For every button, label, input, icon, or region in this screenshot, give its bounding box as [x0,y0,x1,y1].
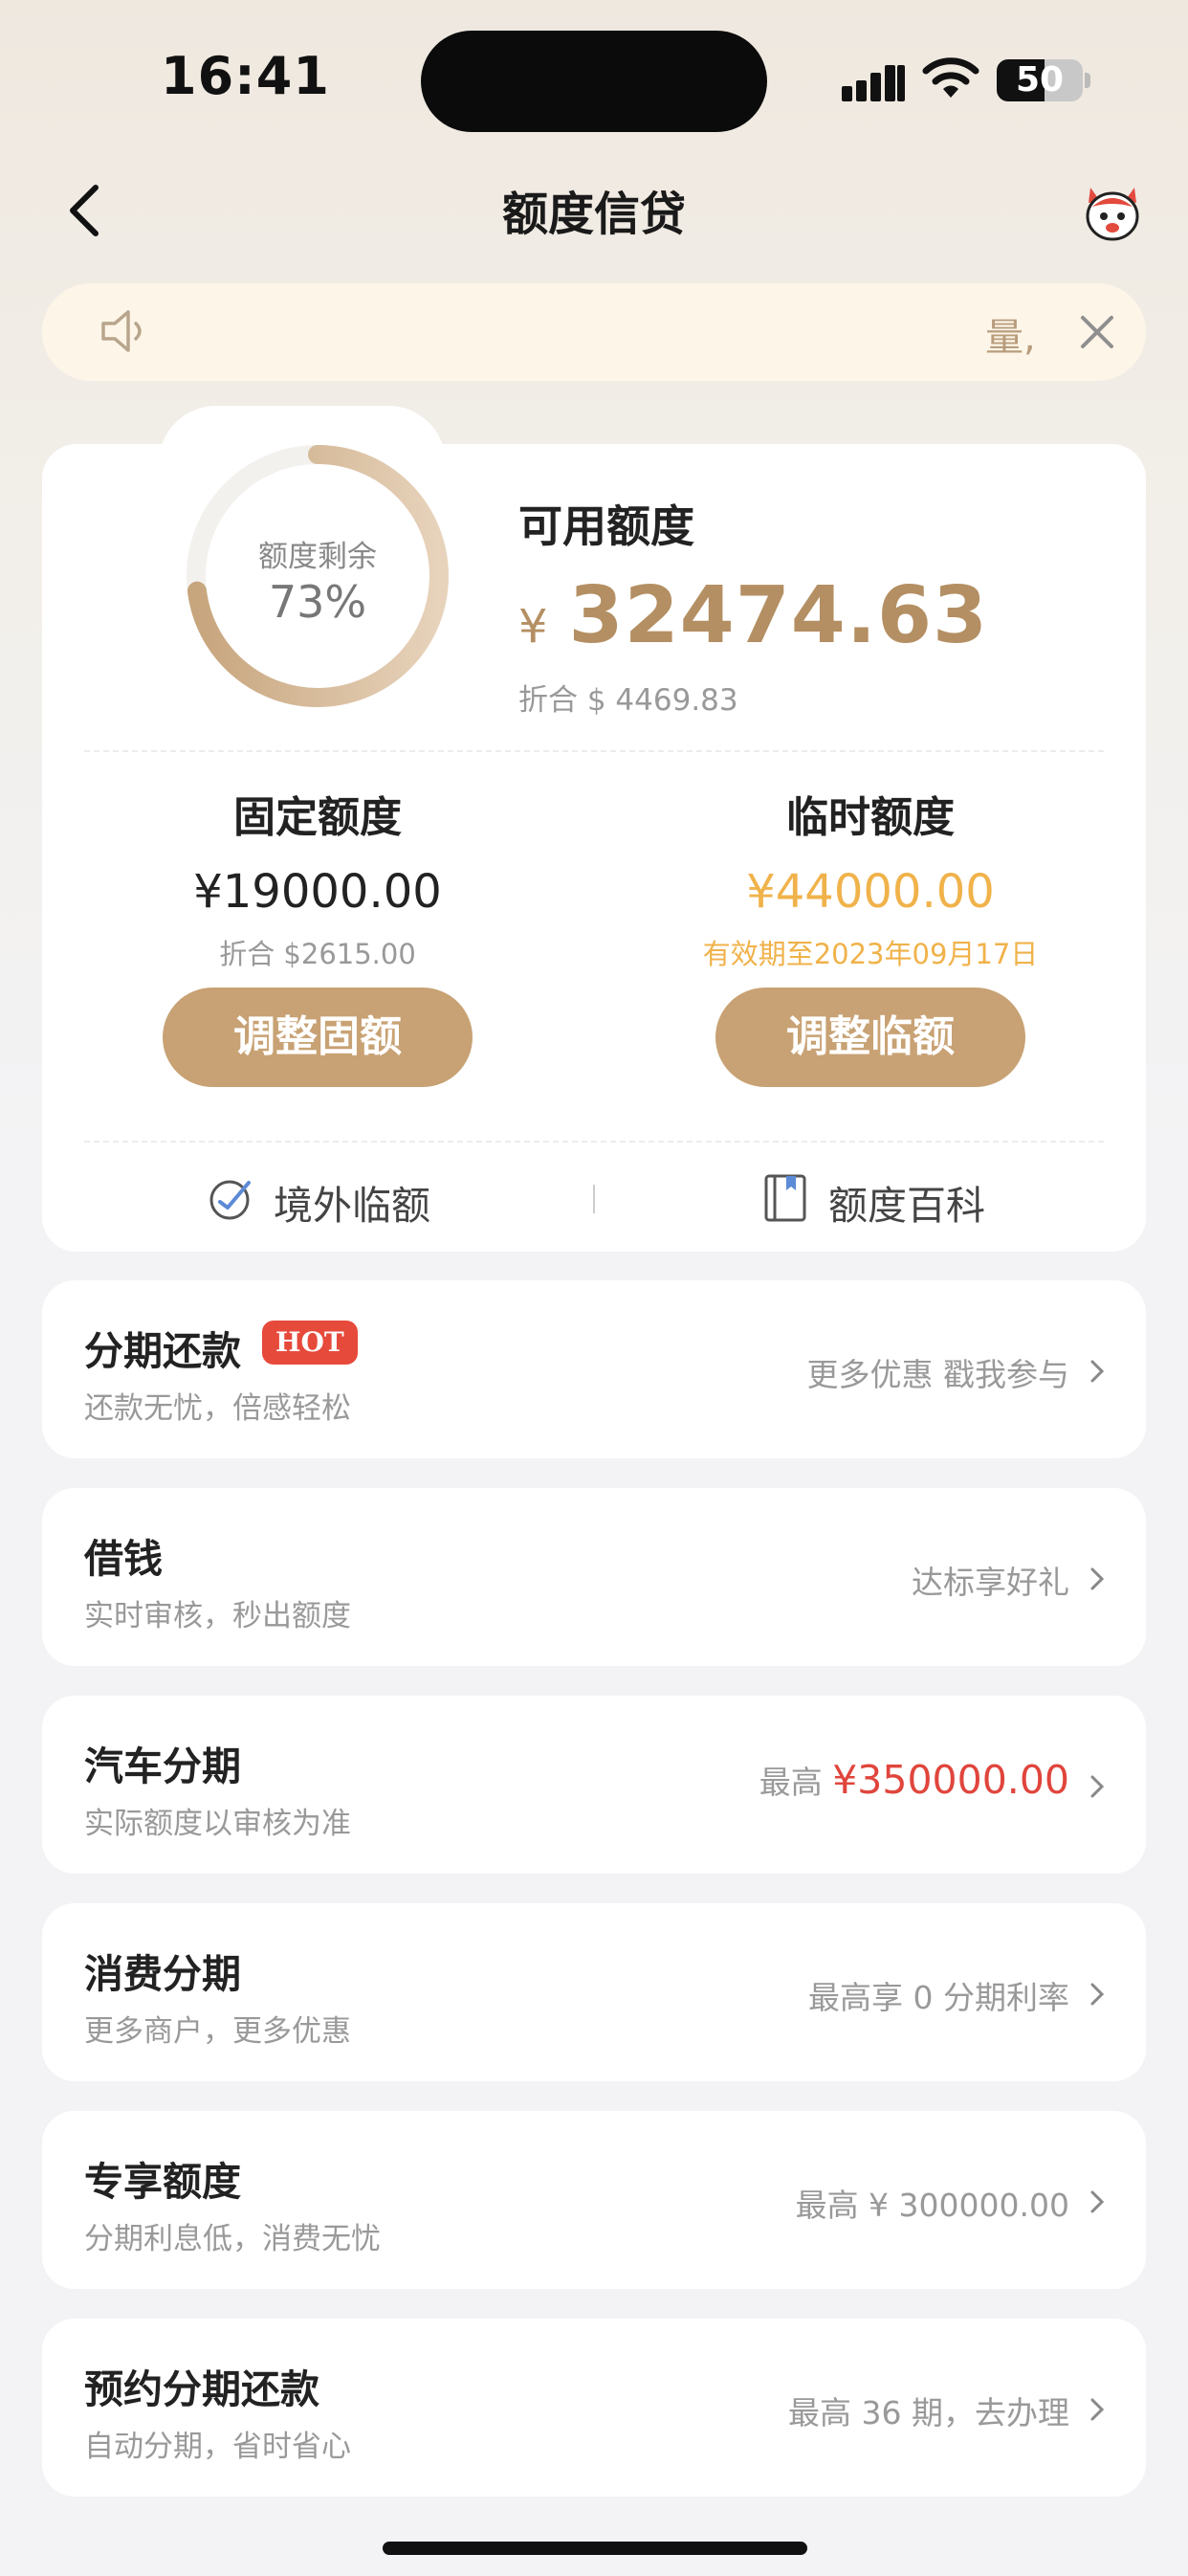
ring-percent: 73% [268,576,367,628]
page-title: 额度信贷 [501,188,686,241]
temporary-credit-column: 临时额度 ¥44000.00 有效期至2023年09月17日 [641,783,1100,972]
hot-badge: HOT [262,1321,358,1365]
overseas-link-label: 境外临额 [274,1183,430,1229]
wifi-icon [922,57,979,98]
temporary-credit-label: 临时额度 [786,793,955,842]
overseas-temp-credit-link[interactable]: 境外临额 [207,1169,455,1229]
available-credit-label: 可用额度 [518,500,694,552]
row-subtitle: 还款无忧，倍感轻松 [84,1391,351,1426]
encyclopedia-link-label: 额度百科 [828,1183,985,1229]
fixed-credit-label: 固定额度 [233,793,402,842]
row-subtitle: 更多商户，更多优惠 [84,2014,351,2049]
row-promo: 最高 36 期，去办理 [788,2394,1069,2432]
battery-level: 50 [1015,60,1065,100]
row-title: 预约分期还款 [84,2366,319,2412]
scheduled-installment-row[interactable]: 预约分期还款 自动分期，省时省心 最高 36 期，去办理 [42,2319,1146,2497]
row-promo: 更多优惠 戳我参与 [806,1356,1070,1393]
chevron-right-icon [1090,1360,1105,1383]
available-amount-value: 32474.63 [568,570,989,661]
status-bar: 16:41 50 [0,0,1188,153]
battery-icon: 50 [997,59,1083,101]
row-title: 专享额度 [84,2159,241,2205]
row-subtitle: 自动分期，省时省心 [84,2430,351,2464]
link-separator [593,1185,595,1213]
row-promo-prefix: 最高 [759,1764,823,1801]
book-icon [764,1174,806,1222]
fixed-credit-amount: ¥19000.00 [193,865,442,919]
row-promo: 最高 ¥350000.00 [759,1757,1069,1803]
fixed-credit-usd: 折合 $2615.00 [219,938,416,970]
row-subtitle: 实际额度以审核为准 [84,1807,351,1841]
chevron-right-icon [1090,1983,1105,2006]
home-indicator[interactable] [383,2542,807,2555]
adjust-temporary-button[interactable]: 调整临额 [715,988,1025,1087]
temporary-credit-amount: ¥44000.00 [746,865,995,919]
ring-label: 额度剩余 [258,540,377,574]
consumer-installment-row[interactable]: 消费分期 更多商户，更多优惠 最高享 0 分期利率 [42,1903,1146,2081]
row-promo-highlight: ¥350000.00 [832,1757,1069,1803]
status-time: 16:41 [161,46,330,106]
nav-bar: 额度信贷 [0,163,1188,258]
adjust-fixed-button[interactable]: 调整固额 [163,988,473,1087]
installment-repayment-row[interactable]: 分期还款 HOT 还款无忧，倍感轻松 更多优惠 戳我参与 [42,1280,1146,1458]
chevron-right-icon [1090,2190,1105,2213]
notice-marquee-text: 量, [985,316,1036,360]
cellular-signal-icon [842,63,905,101]
fixed-credit-column: 固定额度 ¥19000.00 折合 $2615.00 [88,783,547,972]
divider [84,1141,1104,1143]
row-title: 借钱 [84,1536,163,1582]
speaker-icon [101,310,142,352]
currency-symbol: ¥ [518,600,548,654]
mascot-icon[interactable] [1079,178,1146,245]
row-subtitle: 分期利息低，消费无忧 [84,2222,381,2256]
row-subtitle: 实时审核，秒出额度 [84,1599,351,1633]
chevron-right-icon [1090,2398,1105,2421]
available-credit-amount: ¥32474.63 [518,570,988,661]
row-title: 分期还款 [84,1328,241,1374]
exclusive-credit-row[interactable]: 专享额度 分期利息低，消费无忧 最高 ¥ 300000.00 [42,2111,1146,2289]
temporary-credit-expiry: 有效期至2023年09月17日 [702,938,1039,970]
close-icon[interactable] [1073,308,1121,356]
row-promo: 达标享好礼 [912,1564,1069,1601]
chevron-right-icon [1090,1775,1105,1798]
row-title: 消费分期 [84,1951,241,1997]
row-promo: 最高 ¥ 300000.00 [795,2187,1069,2224]
borrow-money-row[interactable]: 借钱 实时审核，秒出额度 达标享好礼 [42,1488,1146,1666]
overseas-icon [209,1180,251,1220]
row-promo: 最高享 0 分期利率 [808,1979,1069,2016]
available-usd-equivalent: 折合 $ 4469.83 [518,683,738,718]
credit-encyclopedia-link[interactable]: 额度百科 [761,1169,1010,1229]
row-title: 汽车分期 [84,1743,241,1789]
notice-bar[interactable]: 量, [42,283,1146,381]
chevron-right-icon [1090,1567,1105,1590]
dynamic-island [421,31,767,132]
divider [84,750,1104,752]
car-installment-row[interactable]: 汽车分期 实际额度以审核为准 最高 ¥350000.00 [42,1696,1146,1874]
